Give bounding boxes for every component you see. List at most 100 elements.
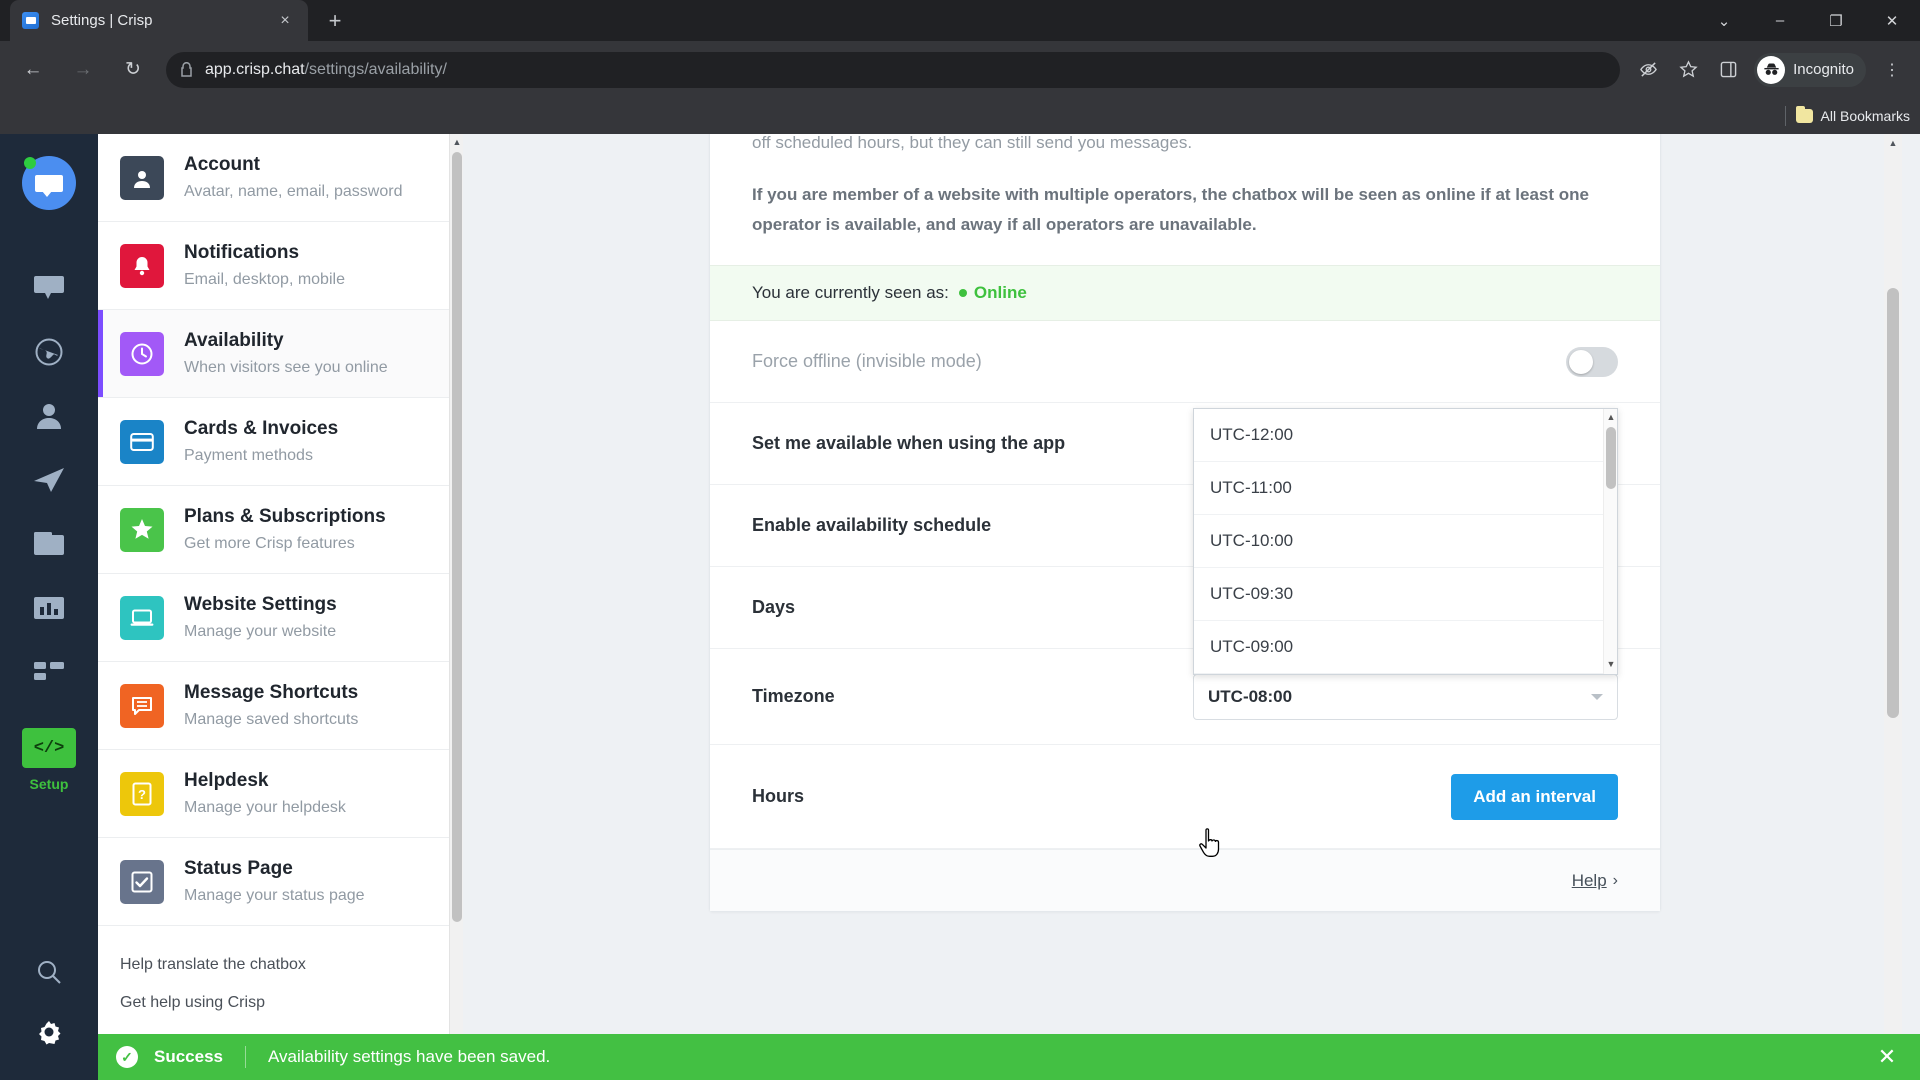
set-available-label: Set me available when using the app <box>752 433 1066 454</box>
sidebar-item-website-settings[interactable]: Website Settings Manage your website <box>98 574 463 662</box>
profile-label: Incognito <box>1793 61 1854 78</box>
sidebar-item-text: Plans & Subscriptions Get more Crisp feat… <box>184 504 386 556</box>
timezone-option[interactable]: UTC-09:00 <box>1194 621 1617 674</box>
star-icon <box>120 507 164 552</box>
sidebar-item-sublabel: Manage saved shortcuts <box>184 711 359 729</box>
page-scrollbar[interactable]: ▲ ▼ <box>1884 134 1902 1080</box>
add-interval-button[interactable]: Add an interval <box>1451 773 1618 820</box>
sidebar-item-status-page[interactable]: Status Page Manage your status page <box>98 838 463 926</box>
profile-chip[interactable]: Incognito <box>1754 52 1866 87</box>
chevron-right-icon: › <box>1612 871 1618 889</box>
sidebar-item-label: Status Page <box>184 857 293 879</box>
omnibox-toolbar: ← → ↻ app.crisp.chat/settings/availabili… <box>0 41 1920 98</box>
minimize-button[interactable]: – <box>1752 0 1808 41</box>
timezone-select[interactable]: UTC-08:00 <box>1193 673 1618 720</box>
side-panel-icon[interactable] <box>1709 51 1747 89</box>
sidebar-item-helpdesk[interactable]: ? Helpdesk Manage your helpdesk <box>98 750 463 838</box>
sidebar-item-label: Notifications <box>184 241 300 263</box>
scrollbar-thumb[interactable] <box>1606 426 1616 489</box>
svg-text:?: ? <box>138 787 146 802</box>
crisp-logo[interactable] <box>22 156 76 210</box>
sidebar-item-sublabel: Manage your website <box>184 623 337 641</box>
scroll-up-icon[interactable]: ▲ <box>450 134 463 150</box>
sidebar-item-message-shortcuts[interactable]: Message Shortcuts Manage saved shortcuts <box>98 662 463 750</box>
scroll-down-icon[interactable]: ▼ <box>1604 656 1617 672</box>
sidebar-item-cards-invoices[interactable]: Cards & Invoices Payment methods <box>98 398 463 486</box>
scrollbar-thumb[interactable] <box>452 152 462 922</box>
rail-item-plugins[interactable] <box>0 640 98 704</box>
days-label: Days <box>752 597 796 618</box>
card-footer: Help › <box>710 849 1660 912</box>
sidebar-item-plans-subscriptions[interactable]: Plans & Subscriptions Get more Crisp feat… <box>98 486 463 574</box>
nav-footer-link[interactable]: Help translate the chatbox <box>120 956 463 974</box>
browser-window: Settings | Crisp × + ⌄ – ❐ ✕ ← → ↻ app.c… <box>0 0 1920 1080</box>
question-doc-icon: ? <box>120 771 164 816</box>
help-link[interactable]: Help <box>1572 871 1607 891</box>
sidebar-item-text: Helpdesk Manage your helpdesk <box>184 768 346 820</box>
address-bar[interactable]: app.crisp.chat/settings/availability/ <box>166 51 1621 88</box>
sidebar-item-sublabel: Get more Crisp features <box>184 535 355 553</box>
new-tab-button[interactable]: + <box>318 4 352 38</box>
star-icon[interactable] <box>1669 51 1707 89</box>
back-icon[interactable]: ← <box>13 50 53 90</box>
row-hours: Hours Add an interval <box>710 745 1660 850</box>
timezone-option[interactable]: UTC-09:30 <box>1194 568 1617 621</box>
sidebar-item-sublabel: When visitors see you online <box>184 359 388 377</box>
bookmark-divider <box>1784 106 1786 126</box>
status-label: You are currently seen as: <box>752 283 949 303</box>
sidebar-item-notifications[interactable]: Notifications Email, desktop, mobile <box>98 222 463 310</box>
sidebar-item-availability[interactable]: Availability When visitors see you online <box>98 310 463 398</box>
bookmarks-bar: All Bookmarks <box>0 98 1920 134</box>
nav-footer-link[interactable]: Get help using Crisp <box>120 994 463 1012</box>
rail-setup-button[interactable]: </> Setup <box>22 728 76 792</box>
scroll-up-icon[interactable]: ▲ <box>1604 409 1617 425</box>
close-window-button[interactable]: ✕ <box>1864 0 1920 41</box>
close-icon[interactable]: ✕ <box>1872 1042 1902 1072</box>
timezone-dropdown[interactable]: UTC-12:00 UTC-11:00 UTC-10:00 UTC-09:30 UTC-… <box>1193 407 1618 675</box>
maximize-button[interactable]: ❐ <box>1808 0 1864 41</box>
sidebar-item-text: Notifications Email, desktop, mobile <box>184 240 345 292</box>
intro-line-1: off scheduled hours, but they can still … <box>752 134 1193 152</box>
browser-menu-icon[interactable]: ⋮ <box>1873 51 1911 89</box>
bell-icon <box>120 243 164 288</box>
close-icon[interactable]: × <box>274 10 296 32</box>
check-circle-icon: ✓ <box>116 1046 138 1068</box>
rail-item-settings[interactable] <box>0 1002 98 1062</box>
credit-card-icon <box>120 419 164 464</box>
crisp-chat-icon <box>22 12 39 29</box>
sidebar-item-text: Account Avatar, name, email, password <box>184 152 402 204</box>
scrollbar-thumb[interactable] <box>1887 288 1899 718</box>
chevron-down-icon[interactable]: ⌄ <box>1696 0 1752 41</box>
rail-item-inbox[interactable] <box>0 256 98 320</box>
settings-nav-list: Account Avatar, name, email, password Noti… <box>98 134 463 926</box>
forward-icon[interactable]: → <box>63 50 103 90</box>
card-intro: off scheduled hours, but they can still … <box>710 134 1660 265</box>
online-status-dot <box>24 157 36 169</box>
browser-tab[interactable]: Settings | Crisp × <box>10 0 308 41</box>
intro-line-2: If you are member of a website with mult… <box>752 184 1589 234</box>
rail-item-helpdesk[interactable] <box>0 512 98 576</box>
settings-nav-footer: Help translate the chatbox Get help using… <box>98 926 463 1012</box>
timezone-option[interactable]: UTC-12:00 <box>1194 409 1617 462</box>
eye-off-icon[interactable] <box>1629 51 1667 89</box>
all-bookmarks-label: All Bookmarks <box>1820 108 1910 124</box>
incognito-icon <box>1757 55 1786 84</box>
omnibox-actions: Incognito ⋮ <box>1628 51 1912 89</box>
rail-item-analytics[interactable] <box>0 576 98 640</box>
settings-nav-scrollbar[interactable]: ▲ ▼ <box>449 134 463 1080</box>
force-offline-toggle[interactable] <box>1566 346 1618 377</box>
all-bookmarks-button[interactable]: All Bookmarks <box>1795 106 1910 124</box>
rail-item-contacts[interactable] <box>0 384 98 448</box>
check-square-icon <box>120 859 164 904</box>
rail-bottom-group <box>0 942 98 1080</box>
rail-item-campaigns[interactable] <box>0 448 98 512</box>
dropdown-scrollbar[interactable]: ▲ ▼ <box>1603 408 1617 674</box>
rail-item-visitors[interactable] <box>0 320 98 384</box>
sidebar-item-text: Status Page Manage your status page <box>184 856 365 908</box>
timezone-option[interactable]: UTC-10:00 <box>1194 515 1617 568</box>
rail-item-search[interactable] <box>0 942 98 1002</box>
timezone-option[interactable]: UTC-11:00 <box>1194 462 1617 515</box>
reload-icon[interactable]: ↻ <box>113 50 153 90</box>
sidebar-item-account[interactable]: Account Avatar, name, email, password <box>98 134 463 222</box>
scroll-up-icon[interactable]: ▲ <box>1884 134 1902 152</box>
